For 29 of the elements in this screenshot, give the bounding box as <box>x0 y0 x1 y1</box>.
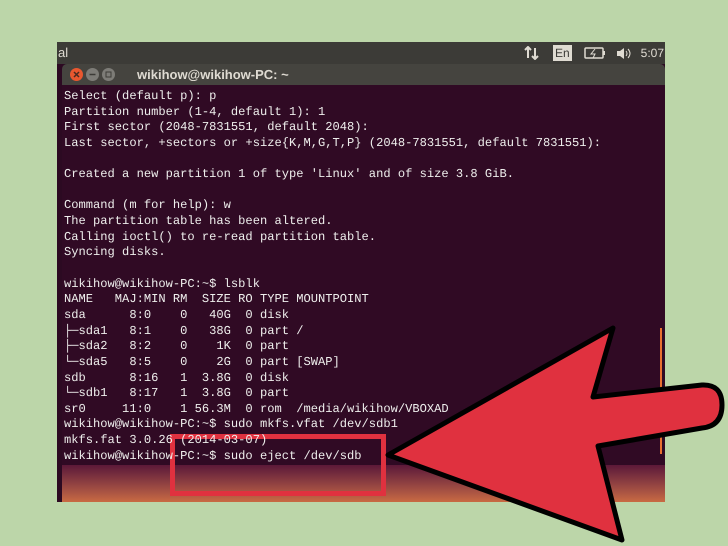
terminal-line: Last sector, +sectors or +size{K,M,G,T,P} (2048-7831551, default 7831551): <box>64 136 602 152</box>
network-icon[interactable] <box>524 46 539 60</box>
terminal-line: ├─sda1 8:1 0 38G 0 part / <box>64 324 304 338</box>
terminal-line: Calling ioctl() to re-read partition table. <box>64 230 378 246</box>
terminal-line: sr0 11:0 1 56.3M 0 rom /media/wikihow/VBOXAD <box>64 402 450 418</box>
terminal-line: wikihow@wikihow-PC:~$ lsblk <box>64 276 261 292</box>
window-title: wikihow@wikihow-PC: ~ <box>137 66 289 84</box>
terminal-line: Created a new partition 1 of type 'Linux' and of size 3.8 GiB. <box>64 167 515 183</box>
minimize-icon[interactable] <box>86 68 99 81</box>
close-icon[interactable] <box>70 68 83 81</box>
terminal-line: ├─sda2 8:2 0 1K 0 part <box>64 339 290 354</box>
terminal-line: wikihow@wikihow-PC:~$ sudo mkfs.vfat /dev/sdb1 <box>64 417 399 434</box>
terminal-line: First sector (2048-7831551, default 2048): <box>64 120 370 136</box>
maximize-icon[interactable] <box>102 68 115 81</box>
keyboard-layout-indicator[interactable]: En <box>552 45 572 61</box>
terminal-line: Command (m for help): w <box>64 198 232 214</box>
volume-icon[interactable] <box>616 46 632 60</box>
terminal-line: Syncing disks. <box>64 245 167 262</box>
clock[interactable]: 5:07 <box>640 44 665 62</box>
terminal-line: Partition number (1-4, default 1): 1 <box>64 104 326 120</box>
terminal-line: └─sdb1 8:17 1 3.8G 0 part <box>64 386 290 402</box>
terminal-line: NAME MAJ:MIN RM SIZE RO TYPE MOUNTPOINT <box>64 292 370 308</box>
battery-icon[interactable] <box>584 47 606 59</box>
terminal-line: The partition table has been altered. <box>64 214 334 230</box>
terminal-line: sda 8:0 0 40G 0 disk <box>64 308 290 324</box>
app-name: al <box>57 44 70 62</box>
terminal-line: └─sda5 8:5 0 2G 0 part [SWAP] <box>64 354 341 371</box>
terminal-line: Select (default p): p <box>64 89 218 105</box>
terminal-line: sdb 8:16 1 3.8G 0 disk <box>64 370 290 386</box>
